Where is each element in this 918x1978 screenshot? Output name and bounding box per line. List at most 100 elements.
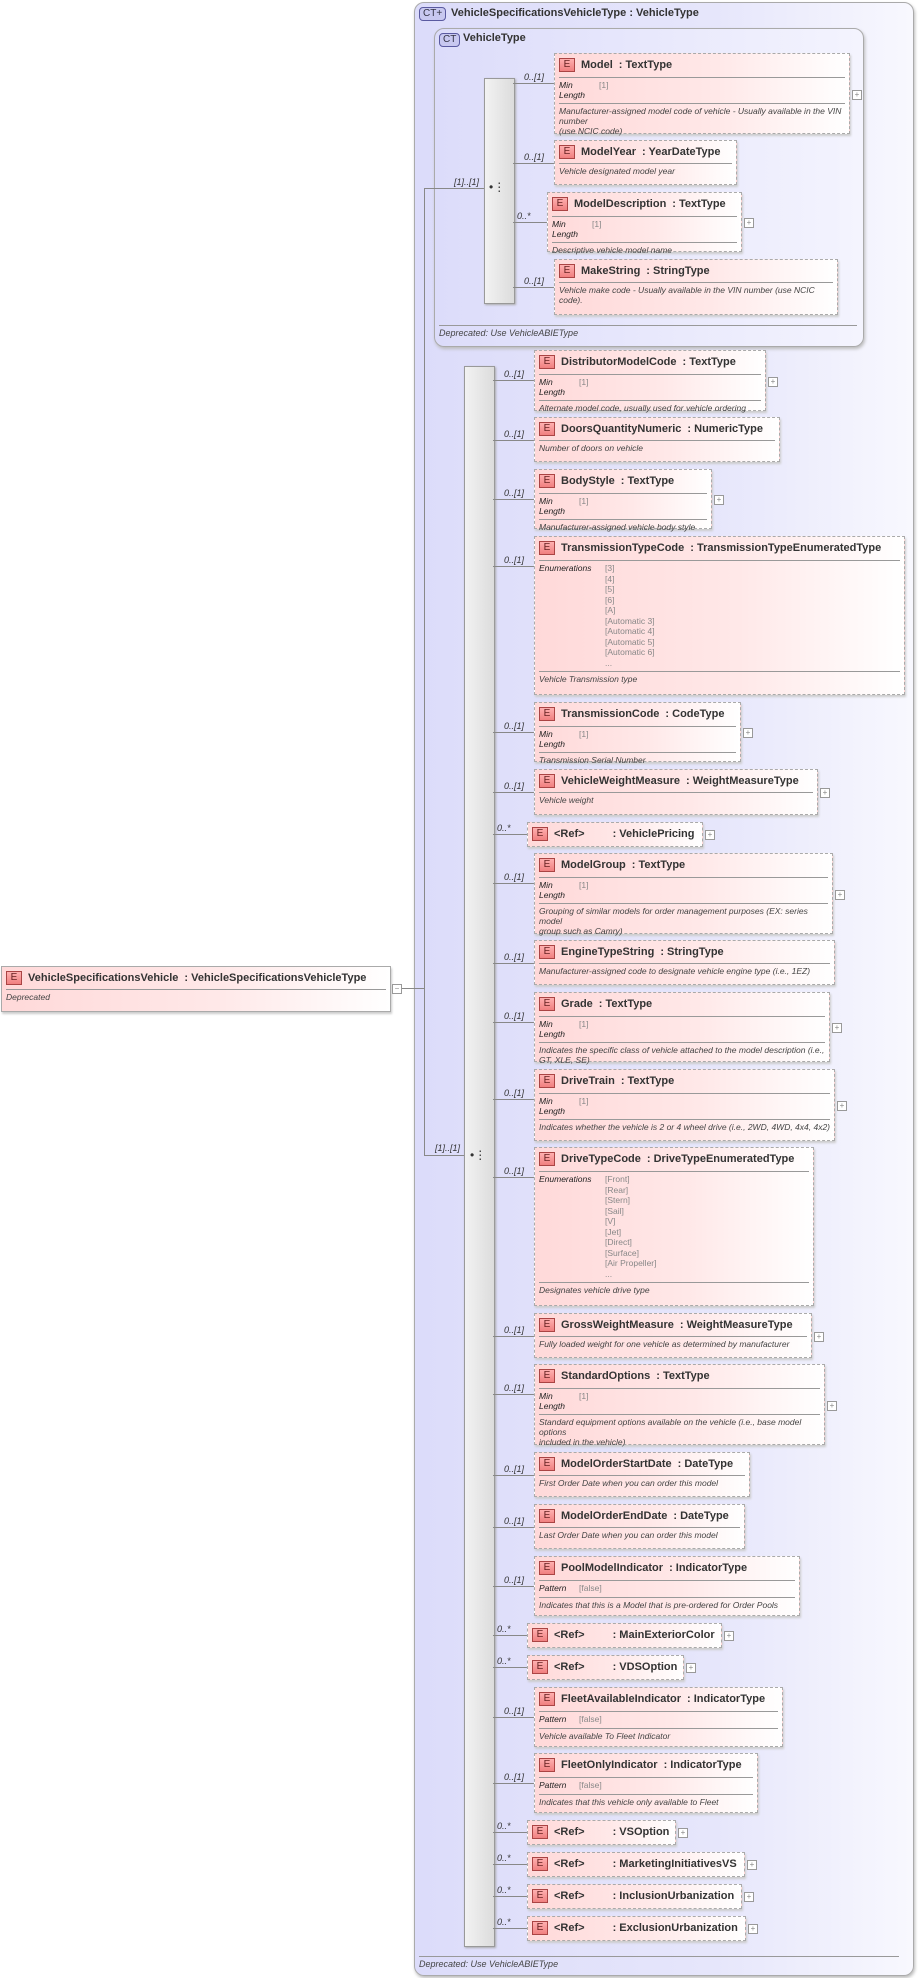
expand-icon[interactable]: + (835, 889, 845, 900)
element-badge: E (539, 858, 555, 872)
element-reference[interactable]: E <Ref>: ExclusionUrbanization (527, 1916, 746, 1941)
element-standard-options[interactable]: E StandardOptions: TextType Min Length [1] S… (534, 1364, 825, 1447)
facet-value: [Surface] (605, 1247, 640, 1258)
connector (493, 792, 534, 793)
ref-label: <Ref> (554, 1661, 585, 1673)
connector (424, 188, 425, 1156)
expand-icon[interactable]: + (744, 218, 754, 228)
element-badge: E (532, 1628, 548, 1642)
element-vehicle-weight-measure[interactable]: E VehicleWeightMeasure: WeightMeasureType… (534, 769, 818, 815)
facet-label: Pattern (539, 1780, 567, 1790)
element-type: : TextType (682, 356, 736, 368)
element-header: E ModelDescription: TextType (552, 196, 737, 212)
outer-base-type: : VehicleType (629, 7, 699, 19)
element-fleet-only-indicator[interactable]: E FleetOnlyIndicator: IndicatorType Patter… (534, 1753, 758, 1813)
cardinality: 0..[1] (504, 369, 525, 379)
expand-icon[interactable]: + (714, 495, 724, 505)
element-type: : WeightMeasureType (679, 1319, 793, 1331)
cardinality: 0..[1] (504, 1463, 525, 1474)
facet-values: [1] (579, 729, 588, 749)
element-reference[interactable]: E <Ref>: MainExteriorColor (527, 1623, 722, 1648)
expand-icon[interactable]: + (686, 1663, 696, 1673)
element-type: : MarketingInitiativesVS (612, 1858, 737, 1870)
element-type: : DateType (673, 1510, 729, 1522)
element-model[interactable]: E Model: TextType Min Length [1] Manufacture… (554, 53, 850, 136)
element-grade[interactable]: E Grade: TextType Min Length [1] Indicates t… (534, 992, 830, 1065)
element-header: E <Ref>: VehiclePricing (532, 826, 698, 842)
facet-value: [false] (579, 1583, 602, 1593)
element-model-group[interactable]: E ModelGroup: TextType Min Length [1] Groupi… (534, 853, 833, 936)
element-description: Number of doors on vehicle (539, 440, 775, 453)
expand-icon[interactable]: + (744, 1892, 754, 1902)
element-name: StandardOptions (561, 1370, 651, 1382)
connector (493, 1832, 527, 1833)
element-type: : TextType (672, 198, 726, 210)
element-model-order-end-date[interactable]: E ModelOrderEndDate: DateType Last Order D… (534, 1504, 745, 1549)
root-element[interactable]: E VehicleSpecificationsVehicle: VehicleSp… (1, 966, 391, 1012)
element-name: Grade (561, 998, 593, 1010)
element-description: Vehicle make code - Usually available in… (559, 282, 833, 305)
element-name: TransmissionTypeCode (561, 542, 685, 554)
expand-icon[interactable]: + (832, 1023, 842, 1033)
expand-icon[interactable]: + (743, 728, 753, 738)
facet-value: [Stern] (605, 1195, 631, 1205)
expand-icon[interactable]: + (837, 1101, 847, 1111)
element-description: Descriptive vehicle model name (552, 242, 737, 255)
element-fleet-available-indicator[interactable]: E FleetAvailableIndicator: IndicatorType P… (534, 1687, 783, 1747)
cardinality: 0..* (497, 823, 511, 833)
facet-value: [Jet] (605, 1226, 622, 1237)
sequence-cardinality: [1]..[1] (454, 177, 480, 187)
element-badge: E (539, 1457, 555, 1471)
element-body-style[interactable]: E BodyStyle: TextType Min Length [1] Manufac… (534, 469, 712, 532)
collapse-icon[interactable]: − (392, 984, 402, 994)
element-badge: E (6, 971, 22, 985)
element-gross-weight-measure[interactable]: E GrossWeightMeasure: WeightMeasureType Fu… (534, 1313, 812, 1358)
element-header: E TransmissionCode: CodeType (539, 706, 736, 722)
element-doors-quantity-numeric[interactable]: E DoorsQuantityNumeric: NumericType Number… (534, 417, 780, 462)
facet-value: [1] (592, 219, 602, 229)
element-type: : InclusionUrbanization (612, 1890, 735, 1902)
element-model-year[interactable]: E ModelYear: YearDateType Vehicle designat… (554, 140, 737, 185)
element-header: E <Ref>: VSOption (532, 1824, 671, 1840)
expand-icon[interactable]: + (747, 1860, 757, 1870)
connector (493, 1099, 534, 1100)
facet-value: [Automatic 6] (605, 647, 655, 657)
element-header: E ModelOrderEndDate: DateType (539, 1508, 740, 1524)
element-badge: E (539, 1561, 555, 1575)
element-make-string[interactable]: E MakeString: StringType Vehicle make code… (554, 259, 838, 315)
expand-icon[interactable]: + (814, 1331, 824, 1342)
element-reference[interactable]: E <Ref>: VehiclePricing (527, 822, 703, 847)
expand-icon[interactable]: + (678, 1828, 688, 1838)
element-name: FleetOnlyIndicator (561, 1759, 658, 1771)
element-engine-type-string[interactable]: E EngineTypeString: StringType Manufacture… (534, 940, 835, 985)
expand-icon[interactable]: + (705, 830, 715, 840)
element-type: : StringType (660, 946, 724, 958)
element-name: DistributorModelCode (561, 356, 677, 368)
element-reference[interactable]: E <Ref>: MarketingInitiativesVS (527, 1852, 745, 1877)
element-description: Last Order Date when you can order this … (539, 1527, 740, 1540)
facet-row: Min Length [1] (539, 493, 707, 516)
element-name: DoorsQuantityNumeric (561, 423, 682, 435)
element-distributor-model-code[interactable]: E DistributorModelCode: TextType Min Lengt… (534, 350, 766, 413)
expand-icon[interactable]: + (852, 89, 862, 100)
element-model-description[interactable]: E ModelDescription: TextType Min Length [1]… (547, 192, 742, 255)
element-drive-type-code[interactable]: E DriveTypeCode: DriveTypeEnumeratedType E… (534, 1147, 814, 1306)
expand-icon[interactable]: + (820, 788, 830, 798)
connector (493, 1717, 534, 1718)
expand-icon[interactable]: + (768, 376, 778, 387)
element-pool-model-indicator[interactable]: E PoolModelIndicator: IndicatorType Patter… (534, 1556, 800, 1616)
facet-label: Min Length (539, 1096, 565, 1116)
element-reference[interactable]: E <Ref>: VDSOption (527, 1655, 684, 1680)
element-header: E TransmissionTypeCode: TransmissionTypeE… (539, 540, 900, 556)
element-name: TransmissionCode (561, 708, 660, 720)
expand-icon[interactable]: + (827, 1400, 837, 1411)
element-model-order-start-date[interactable]: E ModelOrderStartDate: DateType First Orde… (534, 1452, 750, 1497)
expand-icon[interactable]: + (748, 1924, 758, 1934)
element-drive-train[interactable]: E DriveTrain: TextType Min Length [1] Indica… (534, 1069, 835, 1141)
element-transmission-type-code[interactable]: E TransmissionTypeCode: TransmissionTypeE… (534, 536, 905, 695)
element-transmission-code[interactable]: E TransmissionCode: CodeType Min Length [1]… (534, 702, 741, 765)
element-reference[interactable]: E <Ref>: VSOption (527, 1820, 676, 1845)
expand-icon[interactable]: + (724, 1631, 734, 1641)
element-reference[interactable]: E <Ref>: InclusionUrbanization (527, 1884, 742, 1909)
element-header: E VehicleWeightMeasure: WeightMeasureType (539, 773, 813, 789)
